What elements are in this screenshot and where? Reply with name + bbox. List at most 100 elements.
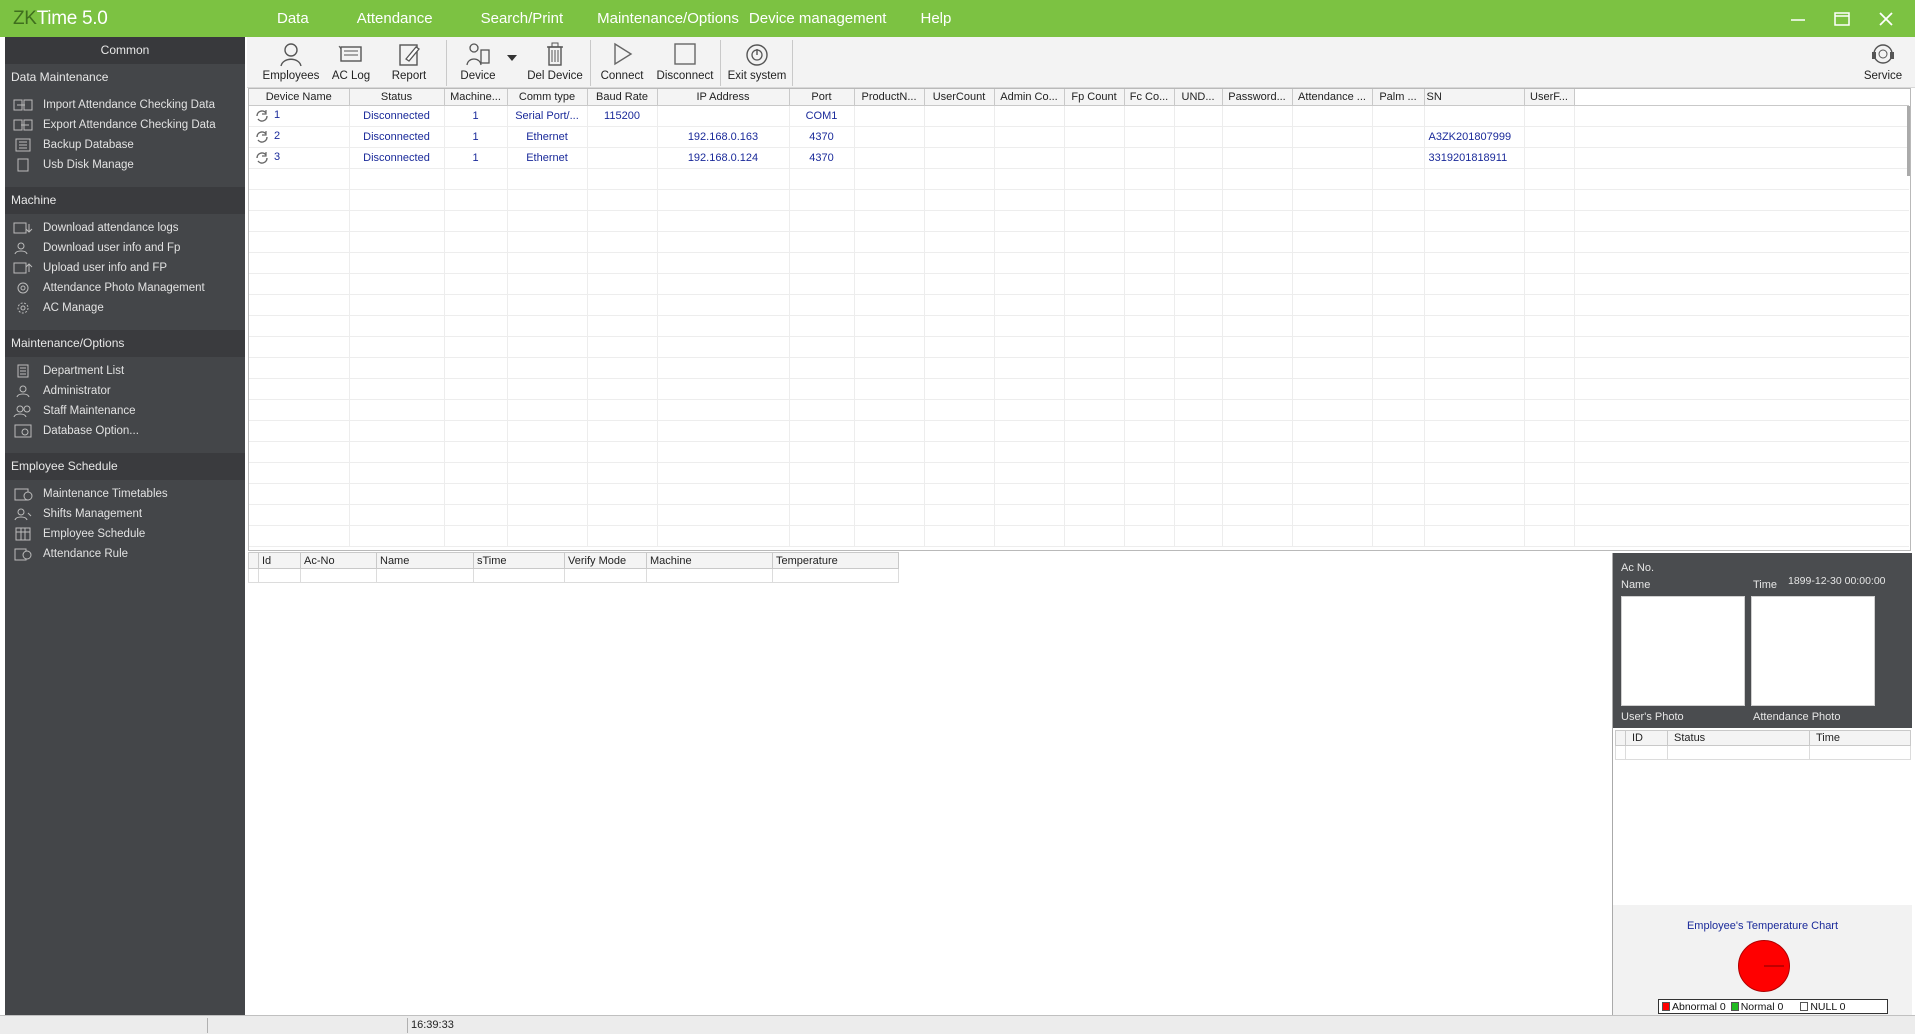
sidebar-section-employee-schedule[interactable]: Employee Schedule [5,453,245,480]
sidebar-section-data-maintenance[interactable]: Data Maintenance [5,64,245,91]
column-header[interactable]: Fc Co... [1124,89,1175,106]
column-header[interactable]: UserCount [924,89,995,106]
sidebar-item-staff[interactable]: Staff Maintenance [5,401,245,421]
column-header[interactable]: Attendance ... [1292,89,1373,106]
column-header[interactable]: Id [258,552,301,569]
empty-cell [1574,210,1909,232]
column-header[interactable]: Comm type [507,89,588,106]
table-row[interactable] [249,462,1909,484]
table-row[interactable] [1615,745,1911,760]
table-row[interactable] [249,231,1909,253]
column-header[interactable]: Password... [1222,89,1293,106]
table-row[interactable] [249,441,1909,463]
sidebar-item-backup[interactable]: Backup Database [5,135,245,155]
empty-cell [657,378,790,400]
table-row[interactable] [249,315,1909,337]
sidebar-item-database-option[interactable]: Database Option... [5,421,245,441]
sidebar-section-maintenance[interactable]: Maintenance/Options [5,330,245,357]
menu-help[interactable]: Help [920,10,951,27]
column-header[interactable]: Machine... [444,89,508,106]
table-row[interactable] [249,210,1909,232]
table-row[interactable] [249,525,1909,547]
employees-button[interactable]: Employees [261,39,321,87]
column-header[interactable]: ProductN... [854,89,925,106]
table-row[interactable]: 2 Disconnected 1 Ethernet 192.168.0.163 4370 A… [249,126,1909,148]
column-header[interactable]: UND... [1174,89,1223,106]
table-row[interactable] [249,168,1909,190]
table-row[interactable] [249,504,1909,526]
column-header[interactable]: Ac-No [300,552,377,569]
report-button[interactable]: Report [385,39,433,87]
table-row[interactable] [249,357,1909,379]
column-header[interactable]: Name [376,552,474,569]
column-header[interactable]: sTime [473,552,565,569]
column-header[interactable]: Baud Rate [587,89,658,106]
column-header[interactable]: Admin Co... [994,89,1065,106]
column-header[interactable]: SN [1424,89,1525,106]
column-header[interactable]: Palm ... [1372,89,1425,106]
del-device-button[interactable]: Del Device [524,39,586,87]
sidebar-item-photo-management[interactable]: Attendance Photo Management [5,278,245,298]
column-header[interactable]: UserF... [1524,89,1575,106]
sidebar-section-machine[interactable]: Machine [5,187,245,214]
scrollbar[interactable] [1907,106,1910,176]
column-header[interactable]: IP Address [657,89,790,106]
column-header[interactable]: Verify Mode [564,552,647,569]
column-header[interactable]: Fp Count [1064,89,1125,106]
sidebar-item-usb[interactable]: Usb Disk Manage [5,155,245,175]
sidebar-item-ac-manage[interactable]: AC Manage [5,298,245,318]
table-row[interactable] [249,252,1909,274]
sidebar-item-export[interactable]: Export Attendance Checking Data [5,115,245,135]
table-row[interactable] [249,483,1909,505]
empty-cell [789,231,855,253]
sidebar-item-administrator[interactable]: Administrator [5,381,245,401]
maximize-icon[interactable] [1831,8,1853,30]
exit-system-button[interactable]: Exit system [726,39,788,87]
table-row[interactable] [249,273,1909,295]
empty-cell [924,441,995,463]
sidebar-item-upload-user[interactable]: Upload user info and FP [5,258,245,278]
ac-log-button[interactable]: AC Log [327,39,375,87]
table-row[interactable] [249,294,1909,316]
table-row[interactable] [248,568,899,583]
service-button[interactable]: Service [1859,39,1907,87]
table-row[interactable] [249,336,1909,358]
device-button[interactable]: Device [453,39,503,87]
sidebar-item-employee-schedule[interactable]: Employee Schedule [5,524,245,544]
column-header[interactable]: Machine [646,552,773,569]
column-header[interactable]: Status [349,89,445,106]
menu-data[interactable]: Data [277,10,309,27]
menu-device-management[interactable]: Device management [749,10,887,27]
empty-cell [657,504,790,526]
menu-maintenance-options[interactable]: Maintenance/Options [597,10,739,27]
sidebar-item-download-logs[interactable]: Download attendance logs [5,218,245,238]
close-icon[interactable] [1875,8,1897,30]
column-header[interactable]: Port [789,89,855,106]
table-row[interactable] [249,189,1909,211]
column-header[interactable]: Temperature [772,552,899,569]
empty-cell [1174,168,1223,190]
column-header[interactable]: Device Name [249,89,350,106]
table-row[interactable] [249,420,1909,442]
sidebar-item-attendance-rule[interactable]: Attendance Rule [5,544,245,564]
disconnect-button[interactable]: Disconnect [654,39,716,87]
menu-search-print[interactable]: Search/Print [481,10,564,27]
toolbar-separator [590,40,591,86]
table-row[interactable]: 3 Disconnected 1 Ethernet 192.168.0.124 4370 3… [249,147,1909,169]
table-row[interactable]: 1 Disconnected 1 Serial Port/... 115200 COM1 [249,105,1909,127]
column-header[interactable]: Time [1809,730,1911,746]
column-header[interactable]: ID [1625,730,1668,746]
table-row[interactable] [249,378,1909,400]
column-header[interactable]: Status [1667,730,1810,746]
sidebar-item-timetables[interactable]: Maintenance Timetables [5,484,245,504]
sidebar-item-import[interactable]: Import Attendance Checking Data [5,95,245,115]
table-row[interactable] [249,399,1909,421]
empty-cell [1222,462,1293,484]
connect-button[interactable]: Connect [596,39,648,87]
empty-cell [349,462,445,484]
sidebar-item-download-user[interactable]: Download user info and Fp [5,238,245,258]
menu-attendance[interactable]: Attendance [357,10,433,27]
sidebar-item-shifts[interactable]: Shifts Management [5,504,245,524]
sidebar-item-department[interactable]: Department List [5,361,245,381]
minimize-icon[interactable] [1787,8,1809,30]
